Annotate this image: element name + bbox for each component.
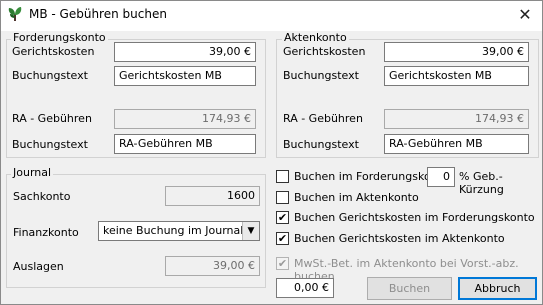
sachkonto-field: 1600 [165, 186, 260, 206]
ak-buchungstext-label: Buchungstext [283, 69, 359, 82]
opt-forderungskonto-checkbox[interactable] [276, 170, 289, 183]
close-icon[interactable]: ✕ [516, 7, 534, 23]
abbruch-button[interactable]: Abbruch [458, 277, 537, 300]
ak-gerichtskosten-field[interactable]: 39,00 € [384, 42, 529, 62]
auslagen-label: Auslagen [13, 260, 64, 273]
plant-icon [7, 6, 23, 22]
buchen-button[interactable]: Buchen [367, 277, 452, 300]
opt-mwst-checkbox: ✔ [276, 257, 289, 270]
amount-field[interactable]: 0,00 € [276, 278, 334, 298]
opt-aktenkonto-label: Buchen im Aktenkonto [294, 191, 419, 204]
fk-gerichtskosten-label: Gerichtskosten [12, 45, 95, 58]
journal-legend: Journal [11, 166, 54, 179]
ak-buchungstext-field[interactable]: Gerichtskosten MB [384, 66, 529, 86]
ak-buchungstext2-label: Buchungstext [283, 138, 359, 151]
ak-buchungstext2-field[interactable]: RA-Gebühren MB [384, 134, 529, 154]
fk-gerichtskosten-field[interactable]: 39,00 € [114, 42, 256, 62]
opt-aktenkonto-checkbox[interactable] [276, 191, 289, 204]
fk-buchungstext2-field[interactable]: RA-Gebühren MB [114, 134, 256, 154]
kuerzung-label: % Geb.-Kürzung [459, 170, 504, 196]
finanzkonto-label: Finanzkonto [13, 226, 79, 239]
finanzkonto-value: keine Buchung im Journal [103, 224, 244, 237]
forderungskonto-legend: Forderungskonto [11, 31, 108, 44]
ak-gerichtskosten-label: Gerichtskosten [283, 45, 366, 58]
fk-buchungstext2-label: Buchungstext [12, 138, 88, 151]
aktenkonto-legend: Aktenkonto [282, 31, 349, 44]
sachkonto-label: Sachkonto [13, 190, 71, 203]
opt-gk-forderungskonto-label: Buchen Gerichtskosten im Forderungskonto [294, 211, 535, 224]
fk-buchungstext-field[interactable]: Gerichtskosten MB [114, 66, 256, 86]
fk-ra-gebuehren-field: 174,93 € [114, 109, 256, 129]
auslagen-field: 39,00 € [165, 256, 260, 276]
kuerzung-field[interactable]: 0 [427, 167, 455, 187]
opt-gk-aktenkonto-label: Buchen Gerichtskosten im Aktenkonto [294, 232, 505, 245]
fk-buchungstext-label: Buchungstext [12, 69, 88, 82]
opt-gk-aktenkonto-checkbox[interactable]: ✔ [276, 232, 289, 245]
chevron-down-icon[interactable]: ▼ [242, 222, 259, 240]
fk-ra-gebuehren-label: RA - Gebühren [12, 112, 92, 125]
opt-forderungskonto-label: Buchen im Forderungskonto [294, 170, 449, 183]
finanzkonto-select[interactable]: keine Buchung im Journal [98, 221, 260, 241]
opt-gk-forderungskonto-checkbox[interactable]: ✔ [276, 211, 289, 224]
window-title: MB - Gebühren buchen [29, 7, 167, 21]
ak-ra-gebuehren-label: RA - Gebühren [283, 112, 363, 125]
ak-ra-gebuehren-field: 174,93 € [384, 109, 529, 129]
